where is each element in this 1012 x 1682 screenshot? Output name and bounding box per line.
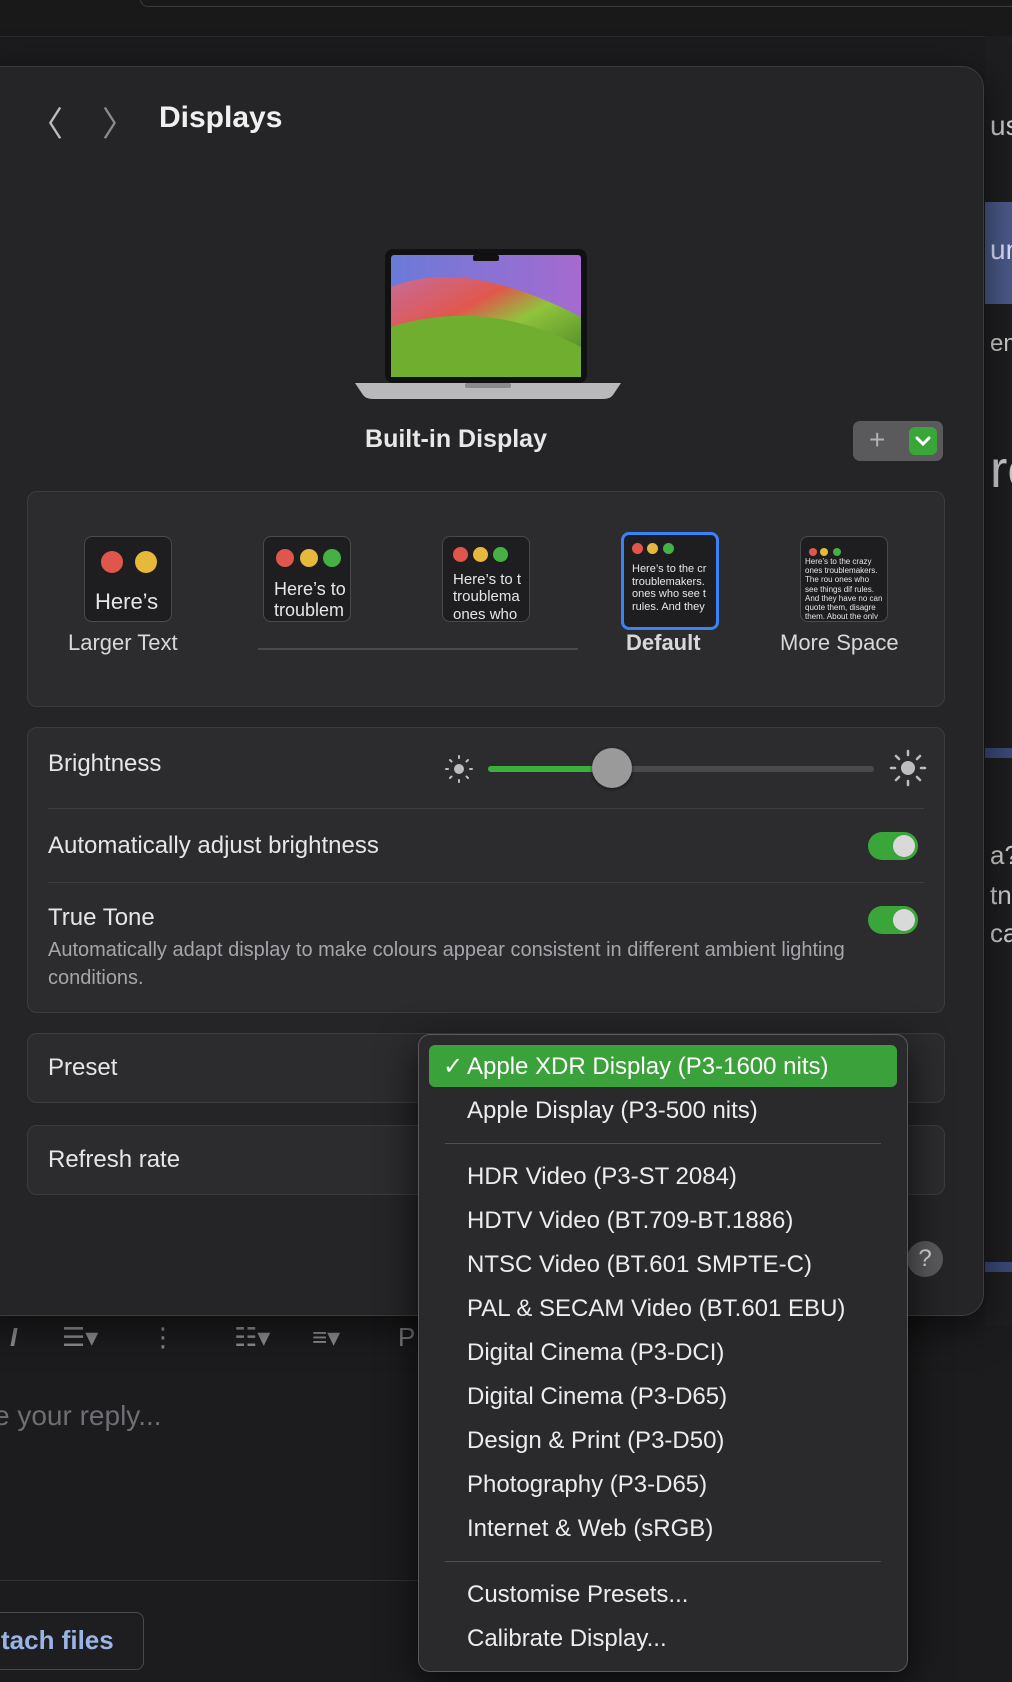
- menu-item-hdr-video[interactable]: HDR Video (P3-ST 2084): [429, 1155, 897, 1197]
- reply-placeholder: e your reply...: [0, 1400, 162, 1431]
- menu-item-label: NTSC Video (BT.601 SMPTE-C): [467, 1251, 812, 1278]
- menu-item-label: Digital Cinema (P3-DCI): [467, 1339, 725, 1366]
- resolution-label-larger-text: Larger Text: [68, 630, 178, 655]
- divider: [48, 882, 924, 883]
- add-display-button[interactable]: +: [853, 421, 943, 461]
- align-menu-icon[interactable]: ☰▾: [62, 1322, 98, 1353]
- menu-item-label: HDTV Video (BT.709-BT.1886): [467, 1207, 794, 1234]
- resolution-option[interactable]: Here’s to t troublema ones who: [442, 536, 530, 622]
- toolbar-item[interactable]: P: [398, 1322, 415, 1353]
- auto-brightness-toggle[interactable]: [868, 832, 918, 860]
- text-align-icon[interactable]: ≡▾: [312, 1322, 340, 1353]
- divider: [0, 1580, 420, 1581]
- menu-item-label: HDR Video (P3-ST 2084): [467, 1163, 737, 1190]
- true-tone-toggle[interactable]: [868, 906, 918, 934]
- resolution-slider-line: [258, 648, 578, 650]
- background-search-field[interactable]: [140, 0, 1012, 7]
- checkmark-icon: ✓: [443, 1053, 464, 1080]
- resolution-sample-text: Here’s to troublem: [274, 579, 346, 619]
- resolution-label-default: Default: [626, 630, 701, 655]
- menu-item-label: Internet & Web (sRGB): [467, 1515, 714, 1542]
- true-tone-description: Automatically adapt display to make colo…: [48, 939, 845, 989]
- menu-item-label: Photography (P3-D65): [467, 1471, 708, 1498]
- menu-item-photography[interactable]: Photography (P3-D65): [429, 1463, 897, 1505]
- display-name-label: Built-in Display: [365, 425, 547, 453]
- preset-dropdown-menu: ✓ Apple XDR Display (P3-1600 nits) Apple…: [418, 1034, 908, 1672]
- menu-item-digital-cinema-dci[interactable]: Digital Cinema (P3-DCI): [429, 1331, 897, 1373]
- help-button[interactable]: ?: [907, 1241, 943, 1277]
- menu-item-label: Calibrate Display...: [467, 1625, 667, 1652]
- background-text: un: [990, 234, 1012, 265]
- resolution-sample-text: Here’s to t troublema ones who: [453, 571, 522, 619]
- brightness-label: Brightness: [48, 750, 162, 777]
- preset-label: Preset: [48, 1054, 118, 1081]
- window-title: Displays: [159, 101, 283, 134]
- brightness-section: Brightness Automatically adjust brightne…: [27, 727, 945, 1013]
- menu-item-calibrate-display[interactable]: Calibrate Display...: [429, 1617, 897, 1659]
- menu-item-label: Apple Display (P3-500 nits): [467, 1097, 758, 1124]
- brightness-slider[interactable]: [488, 748, 874, 788]
- menu-item-apple-display[interactable]: Apple Display (P3-500 nits): [429, 1089, 897, 1131]
- background-text: ca: [990, 918, 1012, 948]
- list-icon[interactable]: ☷▾: [234, 1322, 270, 1353]
- brightness-slider-knob[interactable]: [591, 748, 632, 788]
- menu-item-label: Customise Presets...: [467, 1581, 689, 1608]
- refresh-rate-label: Refresh rate: [48, 1146, 181, 1173]
- background-text: re: [990, 441, 1012, 499]
- editor-toolbar: I ☰▾ ⋮ ☷▾ ≡▾ P: [0, 1310, 420, 1370]
- background-rule: [985, 1262, 1012, 1272]
- laptop-display-icon[interactable]: [355, 247, 621, 401]
- forward-chevron-icon[interactable]: 〉: [102, 97, 136, 146]
- resolution-label-more-space: More Space: [780, 630, 899, 655]
- divider: [48, 808, 924, 809]
- background-text: tn: [990, 880, 1012, 910]
- menu-item-digital-cinema-d65[interactable]: Digital Cinema (P3-D65): [429, 1375, 897, 1417]
- menu-item-customise-presets[interactable]: Customise Presets...: [429, 1573, 897, 1615]
- menu-item-pal-secam-video[interactable]: PAL & SECAM Video (BT.601 EBU): [429, 1287, 897, 1329]
- resolution-option[interactable]: Here’s to troublem: [263, 536, 351, 622]
- auto-brightness-label: Automatically adjust brightness: [48, 832, 379, 859]
- menu-item-internet-web[interactable]: Internet & Web (sRGB): [429, 1507, 897, 1549]
- menu-item-hdtv-video[interactable]: HDTV Video (BT.709-BT.1886): [429, 1199, 897, 1241]
- resolution-sample-text: Here’s to the cr troublemakers. ones who…: [632, 563, 707, 613]
- menu-item-label: Digital Cinema (P3-D65): [467, 1383, 728, 1410]
- menu-item-apple-xdr-display[interactable]: ✓ Apple XDR Display (P3-1600 nits): [429, 1045, 897, 1087]
- background-text: a?: [990, 840, 1012, 870]
- italic-icon[interactable]: I: [10, 1322, 17, 1353]
- plus-icon: +: [869, 424, 886, 455]
- background-top-bar: [0, 0, 1012, 37]
- menu-item-design-print[interactable]: Design & Print (P3-D50): [429, 1419, 897, 1461]
- sun-small-icon: [445, 755, 473, 783]
- sun-large-icon: [889, 749, 927, 787]
- menu-separator: [445, 1143, 881, 1144]
- menu-item-label: Apple XDR Display (P3-1600 nits): [467, 1053, 829, 1080]
- menu-item-ntsc-video[interactable]: NTSC Video (BT.601 SMPTE-C): [429, 1243, 897, 1285]
- attach-files-button[interactable]: tach files: [0, 1612, 144, 1670]
- menu-item-label: Design & Print (P3-D50): [467, 1427, 725, 1454]
- background-rule: [985, 748, 1012, 758]
- resolution-sample-text: Here’s: [95, 589, 159, 614]
- background-text: us: [990, 110, 1012, 141]
- menu-separator: [445, 1561, 881, 1562]
- more-icon[interactable]: ⋮: [150, 1322, 176, 1353]
- true-tone-label: True Tone: [48, 904, 155, 931]
- chevron-down-icon[interactable]: [909, 427, 937, 455]
- attach-files-label: tach files: [1, 1625, 114, 1655]
- background-text: em: [990, 330, 1012, 357]
- resolution-option-default[interactable]: Here’s to the cr troublemakers. ones who…: [621, 532, 719, 630]
- resolution-picker: Here’s Larger Text Here’s to troublem He…: [27, 491, 945, 707]
- menu-item-label: PAL & SECAM Video (BT.601 EBU): [467, 1295, 846, 1322]
- back-chevron-icon[interactable]: 〈: [29, 97, 63, 146]
- resolution-sample-text: Here’s to the crazy ones troublemakers. …: [805, 557, 883, 619]
- resolution-option-larger-text[interactable]: Here’s: [84, 536, 172, 622]
- resolution-option-more-space[interactable]: Here’s to the crazy ones troublemakers. …: [800, 536, 888, 622]
